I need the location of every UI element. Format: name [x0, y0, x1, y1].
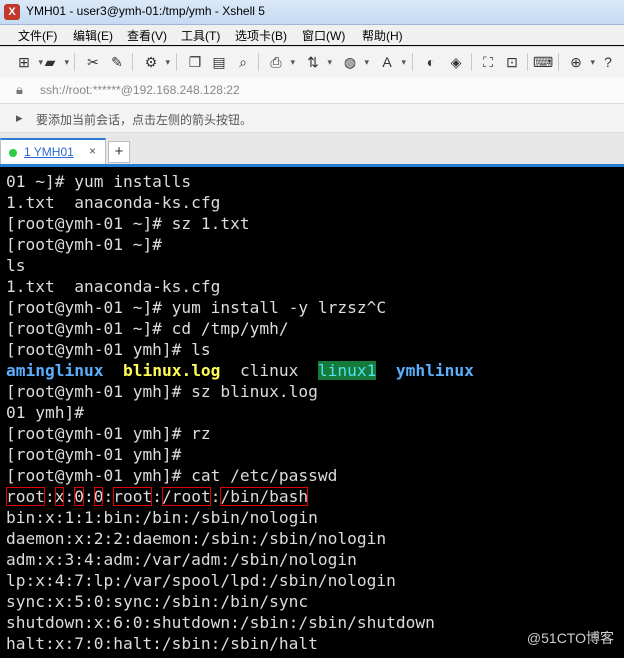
tab-label[interactable]: 1 YMH01 — [24, 145, 74, 159]
xftp-icon[interactable]: ◐ — [421, 52, 441, 72]
add-icon[interactable]: ⊕ — [566, 52, 595, 72]
passwd-separator: : — [64, 487, 75, 506]
passwd-field-shell: /bin/bash — [220, 487, 309, 506]
tab-bar: 1 YMH01 × + — [0, 133, 624, 167]
terminal-line: [root@ymh-01 ~]# sz 1.txt — [6, 214, 250, 233]
bookmark-arrow-icon[interactable]: ▸ — [16, 110, 23, 126]
terminal-line: [root@ymh-01 ~]# yum install -y lrzsz^C — [6, 298, 387, 317]
session-hint-text: 要添加当前会话，点击左侧的箭头按钮。 — [36, 113, 253, 127]
terminal-line: shutdown:x:6:0:shutdown:/sbin:/sbin/shut… — [6, 613, 435, 632]
passwd-root-line: root:x:0:0:root:/root:/bin/bash — [6, 486, 309, 507]
menu-tabs[interactable]: 选项卡(B) — [235, 27, 287, 44]
globe-icon[interactable]: ◍ — [340, 52, 369, 72]
new-session-icon[interactable]: ⊞ — [14, 52, 43, 72]
lock-screen-icon[interactable]: ⊡ — [502, 52, 522, 72]
menu-window[interactable]: 窗口(W) — [302, 27, 345, 44]
compose-icon[interactable]: ◈ — [446, 52, 466, 72]
terminal-line: adm:x:3:4:adm:/var/adm:/sbin/nologin — [6, 550, 357, 569]
terminal-line: [root@ymh-01 ymh]# rz — [6, 424, 211, 443]
terminal-line: [root@ymh-01 ymh]# — [6, 445, 182, 464]
ls-entry-file: clinux — [239, 361, 299, 380]
copy-icon[interactable]: ❐ — [185, 52, 205, 72]
passwd-separator: : — [210, 487, 221, 506]
menu-tools[interactable]: 工具(T) — [181, 27, 220, 44]
open-folder-icon[interactable]: ▰ — [40, 52, 69, 72]
passwd-field-comment: root — [113, 487, 153, 506]
terminal-line: daemon:x:2:2:daemon:/sbin:/sbin/nologin — [6, 529, 387, 548]
passwd-separator: : — [103, 487, 114, 506]
passwd-separator: : — [152, 487, 162, 506]
passwd-separator: : — [44, 487, 55, 506]
toolbar-separator — [258, 53, 259, 71]
print-icon[interactable]: ⎙ — [266, 52, 295, 72]
address-bar: 🔒︎ ssh://root:******@192.168.248.128:22 — [0, 77, 624, 104]
menu-file[interactable]: 文件(F) — [18, 27, 57, 44]
menu-bar: 文件(F) 编辑(E) 查看(V) 工具(T) 选项卡(B) 窗口(W) 帮助(… — [0, 25, 624, 45]
terminal-line: ls — [6, 256, 26, 275]
toolbar-separator — [132, 53, 133, 71]
session-hint-bar: ▸ 要添加当前会话，点击左侧的箭头按钮。 — [0, 104, 624, 133]
keyboard-icon[interactable]: ⌨ — [533, 52, 553, 72]
terminal-line: 01 ~]# yum installs — [6, 172, 192, 191]
ls-entry-file: blinux.log — [122, 361, 221, 380]
reconnect-icon[interactable]: ✎ — [107, 52, 127, 72]
ls-entry-dir: ymhlinux — [395, 361, 474, 380]
toolbar-separator — [471, 53, 472, 71]
font-icon[interactable]: A — [377, 52, 406, 72]
ls-output-line: aminglinux blinux.log clinux linux1 ymhl… — [6, 360, 474, 381]
ls-entry-dir-highlighted: linux1 — [317, 361, 377, 380]
toolbar-separator — [558, 53, 559, 71]
find-icon[interactable]: ⌕ — [233, 52, 253, 72]
terminal-line: [root@ymh-01 ~]# — [6, 235, 162, 254]
connected-status-icon — [9, 149, 17, 157]
terminal-line: halt:x:7:0:halt:/sbin:/sbin/halt — [6, 634, 318, 653]
passwd-field-uid: 0 — [74, 487, 84, 506]
menu-help[interactable]: 帮助(H) — [362, 27, 403, 44]
disconnect-icon[interactable]: ✂ — [83, 52, 103, 72]
toolbar-separator — [527, 53, 528, 71]
add-tab-button[interactable]: + — [108, 141, 130, 163]
terminal-line: [root@ymh-01 ymh]# sz blinux.log — [6, 382, 318, 401]
terminal-line: lp:x:4:7:lp:/var/spool/lpd:/sbin/nologin — [6, 571, 396, 590]
toolbar-separator — [74, 53, 75, 71]
title-bar: X YMH01 - user3@ymh-01:/tmp/ymh - Xshell… — [0, 0, 624, 25]
properties-icon[interactable]: ⚙ — [141, 52, 170, 72]
window-title: YMH01 - user3@ymh-01:/tmp/ymh - Xshell 5 — [26, 4, 265, 18]
ls-entry-dir: aminglinux — [6, 361, 104, 380]
terminal-line: [root@ymh-01 ymh]# cat /etc/passwd — [6, 466, 338, 485]
terminal-line: 1.txt anaconda-ks.cfg — [6, 193, 221, 212]
fullscreen-icon[interactable]: ⛶ — [478, 52, 498, 72]
lock-icon: 🔒︎ — [16, 82, 23, 97]
terminal-line: 1.txt anaconda-ks.cfg — [6, 277, 221, 296]
paste-icon[interactable]: ▤ — [209, 52, 229, 72]
passwd-separator: : — [83, 487, 94, 506]
close-tab-icon[interactable]: × — [89, 144, 96, 158]
menu-view[interactable]: 查看(V) — [127, 27, 167, 44]
terminal-line: 01 ymh]# — [6, 403, 84, 422]
tab-ymh01[interactable]: 1 YMH01 × — [0, 138, 106, 167]
terminal[interactable]: 01 ~]# yum installs 1.txt anaconda-ks.cf… — [0, 167, 624, 658]
terminal-line: [root@ymh-01 ymh]# ls — [6, 340, 211, 359]
toolbar-separator — [176, 53, 177, 71]
transfer-icon[interactable]: ⇅ — [303, 52, 332, 72]
passwd-field-username: root — [6, 487, 45, 506]
toolbar: ⊞ ▰ ✂ ✎ ⚙ ❐ ▤ ⌕ ⎙ ⇅ ◍ A ◐ ◈ ⛶ ⊡ ⌨ ⊕ ? — [0, 46, 624, 78]
address-text[interactable]: ssh://root:******@192.168.248.128:22 — [40, 83, 240, 97]
help-icon[interactable]: ? — [598, 52, 618, 72]
terminal-line: bin:x:1:1:bin:/bin:/sbin/nologin — [6, 508, 318, 527]
xshell-app-icon: X — [4, 4, 20, 20]
terminal-line: [root@ymh-01 ~]# cd /tmp/ymh/ — [6, 319, 289, 338]
menu-edit[interactable]: 编辑(E) — [73, 27, 113, 44]
watermark: @51CTO博客 — [526, 630, 614, 646]
terminal-line: sync:x:5:0:sync:/sbin:/bin/sync — [6, 592, 309, 611]
passwd-field-home: /root — [161, 487, 211, 506]
toolbar-separator — [412, 53, 413, 71]
